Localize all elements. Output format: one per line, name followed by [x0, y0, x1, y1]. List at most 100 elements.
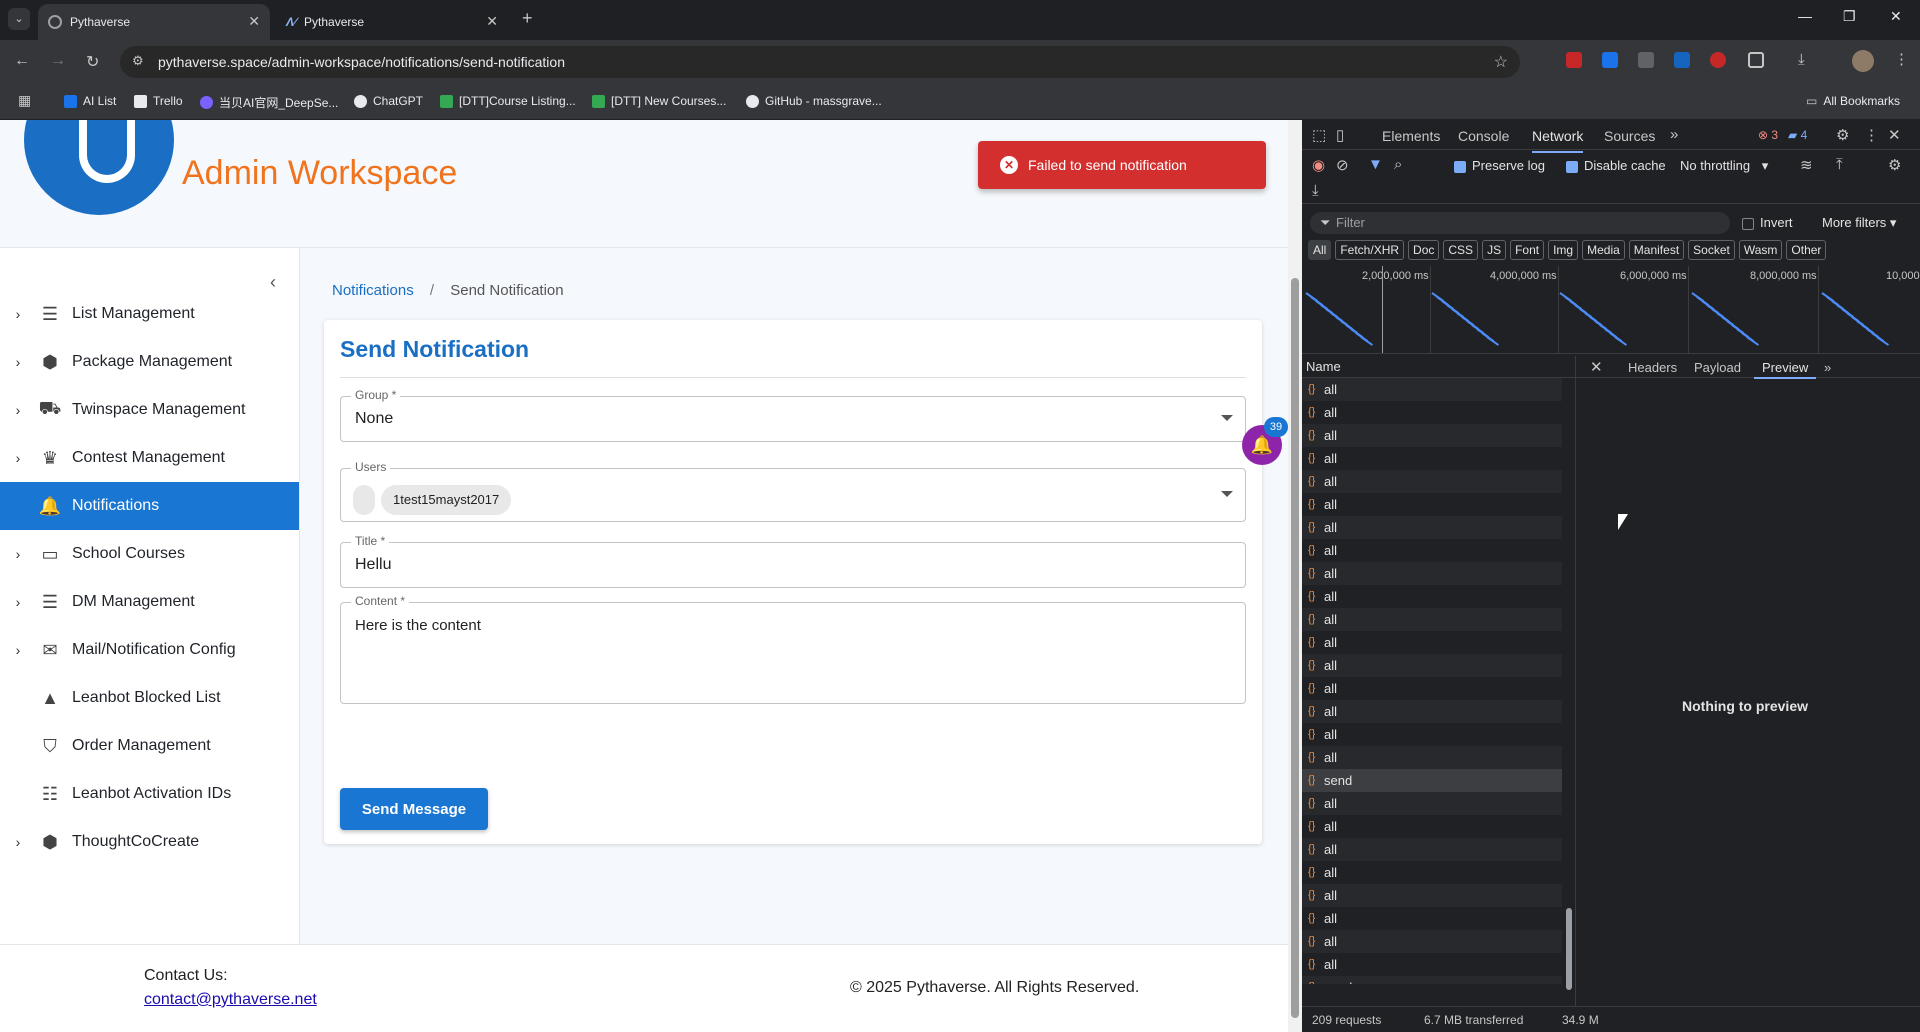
- restore-button[interactable]: ❐: [1843, 8, 1856, 25]
- preserve-log-checkbox[interactable]: Preserve log: [1454, 158, 1545, 173]
- close-window-button[interactable]: ✕: [1890, 8, 1902, 25]
- network-settings-gear-icon[interactable]: ⚙: [1888, 156, 1901, 174]
- forward-icon[interactable]: →: [50, 52, 66, 70]
- sidebar-item-school-courses[interactable]: › ▭ School Courses: [0, 530, 299, 578]
- extension-icon[interactable]: [1566, 52, 1582, 68]
- breadcrumb-notifications-link[interactable]: Notifications: [332, 282, 414, 299]
- scrollbar-thumb[interactable]: [1566, 908, 1572, 990]
- bookmark-item[interactable]: [DTT]Course Listing...: [440, 94, 576, 108]
- reload-icon[interactable]: ↻: [86, 52, 99, 72]
- all-bookmarks-button[interactable]: ▭ All Bookmarks: [1806, 94, 1900, 108]
- invert-checkbox[interactable]: Invert: [1742, 215, 1793, 230]
- request-row[interactable]: {} all: [1302, 884, 1562, 907]
- close-tab-icon[interactable]: ✕: [486, 13, 498, 30]
- filter-icon[interactable]: ▼: [1368, 156, 1383, 173]
- throttling-select[interactable]: No throttling ▾: [1680, 158, 1768, 174]
- request-row[interactable]: {} all: [1302, 838, 1562, 861]
- gear-icon[interactable]: ⚙: [1836, 126, 1849, 144]
- content-field[interactable]: Content * Here is the content: [340, 594, 1246, 704]
- type-filter-wasm[interactable]: Wasm: [1738, 240, 1783, 260]
- chevron-right-icon[interactable]: ›: [0, 546, 36, 562]
- translate-extension-icon[interactable]: [1602, 52, 1618, 68]
- devtools-tab-sources[interactable]: Sources: [1604, 128, 1655, 144]
- errors-count[interactable]: ⊗ 3: [1758, 128, 1778, 142]
- request-row[interactable]: {} all: [1302, 401, 1562, 424]
- type-filter-socket[interactable]: Socket: [1688, 240, 1735, 260]
- new-tab-button[interactable]: +: [522, 8, 533, 29]
- chevron-right-icon[interactable]: ›: [0, 834, 36, 850]
- request-row[interactable]: {} all: [1302, 608, 1562, 631]
- chevron-right-icon[interactable]: ›: [0, 594, 36, 610]
- request-row[interactable]: {} all: [1302, 424, 1562, 447]
- send-message-button[interactable]: Send Message: [340, 788, 488, 830]
- ublock-icon[interactable]: [1710, 52, 1726, 68]
- import-har-icon[interactable]: ⤒: [1836, 156, 1843, 173]
- extension-icon[interactable]: [1638, 52, 1654, 68]
- title-value[interactable]: Hellu: [355, 556, 391, 574]
- request-row[interactable]: {} all: [1302, 815, 1562, 838]
- pythaverse-logo[interactable]: [24, 120, 174, 215]
- chevron-right-icon[interactable]: ›: [0, 450, 36, 466]
- browser-tab-1[interactable]: Pythaverse ✕: [38, 4, 270, 40]
- request-row[interactable]: {} all: [1302, 907, 1562, 930]
- request-row[interactable]: {} all: [1302, 953, 1562, 976]
- sidebar-item-mail-notification-config[interactable]: › ✉ Mail/Notification Config: [0, 626, 299, 674]
- type-filter-media[interactable]: Media: [1582, 240, 1625, 260]
- type-filter-img[interactable]: Img: [1548, 240, 1579, 260]
- title-field[interactable]: Title * Hellu: [340, 534, 1246, 588]
- type-filter-all[interactable]: All: [1308, 240, 1332, 260]
- type-filter-js[interactable]: JS: [1482, 240, 1507, 260]
- tab-search-button[interactable]: ⌄: [8, 8, 30, 30]
- type-filter-font[interactable]: Font: [1510, 240, 1545, 260]
- group-select[interactable]: Group * None: [340, 388, 1246, 442]
- type-filter-css[interactable]: CSS: [1443, 240, 1479, 260]
- devtools-tab-network[interactable]: Network: [1532, 128, 1584, 153]
- type-filter-manifest[interactable]: Manifest: [1628, 240, 1685, 260]
- chevron-right-icon[interactable]: ›: [0, 306, 36, 322]
- chevron-right-icon[interactable]: ›: [0, 354, 36, 370]
- request-row[interactable]: {} all: [1302, 861, 1562, 884]
- more-filters-dropdown[interactable]: More filters ▾: [1822, 215, 1896, 231]
- back-icon[interactable]: ←: [14, 52, 30, 70]
- notification-bell-button[interactable]: 🔔 39: [1242, 417, 1288, 465]
- menu-kebab-icon[interactable]: ⋮: [1894, 52, 1910, 68]
- inspect-element-icon[interactable]: ⬚: [1312, 126, 1326, 144]
- sidebar-item-leanbot-blocked-list[interactable]: ▲ Leanbot Blocked List: [0, 674, 299, 722]
- request-row[interactable]: {} all: [1302, 562, 1562, 585]
- sidebar-item-list-management[interactable]: › ☰ List Management: [0, 290, 299, 338]
- detail-tab-preview[interactable]: Preview: [1753, 360, 1817, 379]
- disable-cache-checkbox[interactable]: Disable cache: [1566, 158, 1666, 173]
- content-value[interactable]: Here is the content: [355, 617, 481, 634]
- browser-tab-2[interactable]: Λ∕ Pythaverse ✕: [276, 4, 508, 40]
- sidebar-item-leanbot-activation-ids[interactable]: ☷ Leanbot Activation IDs: [0, 770, 299, 818]
- bookmark-item[interactable]: ChatGPT: [354, 94, 423, 108]
- type-filter-other[interactable]: Other: [1786, 240, 1827, 260]
- type-filter-fetch-xhr[interactable]: Fetch/XHR: [1335, 240, 1405, 260]
- more-detail-tabs-icon[interactable]: »: [1824, 360, 1831, 375]
- sidebar-item-order-management[interactable]: ⛉ Order Management: [0, 722, 299, 770]
- chevron-right-icon[interactable]: ›: [0, 402, 36, 418]
- sidebar-item-thoughtcocreate[interactable]: › ⬢ ThoughtCoCreate: [0, 818, 299, 866]
- zip-extension-icon[interactable]: [1674, 52, 1690, 68]
- export-har-icon[interactable]: ⤓: [1312, 182, 1319, 199]
- request-row[interactable]: {} all: [1302, 447, 1562, 470]
- url-text[interactable]: pythaverse.space/admin-workspace/notific…: [158, 54, 565, 70]
- bookmark-item[interactable]: AI List: [64, 94, 116, 108]
- devtools-tab-console[interactable]: Console: [1458, 128, 1509, 144]
- bookmark-item[interactable]: Trello: [134, 94, 183, 108]
- name-column-header[interactable]: Name: [1302, 356, 1576, 378]
- detail-tab-headers[interactable]: Headers: [1628, 360, 1677, 375]
- bookmark-item[interactable]: 当贝AI官网_DeepSe...: [200, 94, 338, 111]
- request-row[interactable]: {} all: [1302, 654, 1562, 677]
- network-filter-input[interactable]: ⏷ Filter: [1310, 212, 1730, 234]
- page-scrollbar[interactable]: [1288, 120, 1302, 1032]
- record-icon[interactable]: ◉: [1312, 156, 1325, 174]
- chevron-down-icon[interactable]: [1221, 491, 1233, 497]
- users-select[interactable]: Users 1test15mayst2017: [340, 460, 1246, 522]
- sidebar-item-contest-management[interactable]: › ♛ Contest Management: [0, 434, 299, 482]
- close-devtools-icon[interactable]: ✕: [1888, 126, 1901, 144]
- request-row[interactable]: {} all: [1302, 930, 1562, 953]
- user-chip[interactable]: 1test15mayst2017: [381, 485, 512, 515]
- scrollbar-thumb[interactable]: [1291, 278, 1299, 1018]
- network-overview-timeline[interactable]: 2,000,000 ms 4,000,000 ms 6,000,000 ms 8,00…: [1302, 266, 1920, 354]
